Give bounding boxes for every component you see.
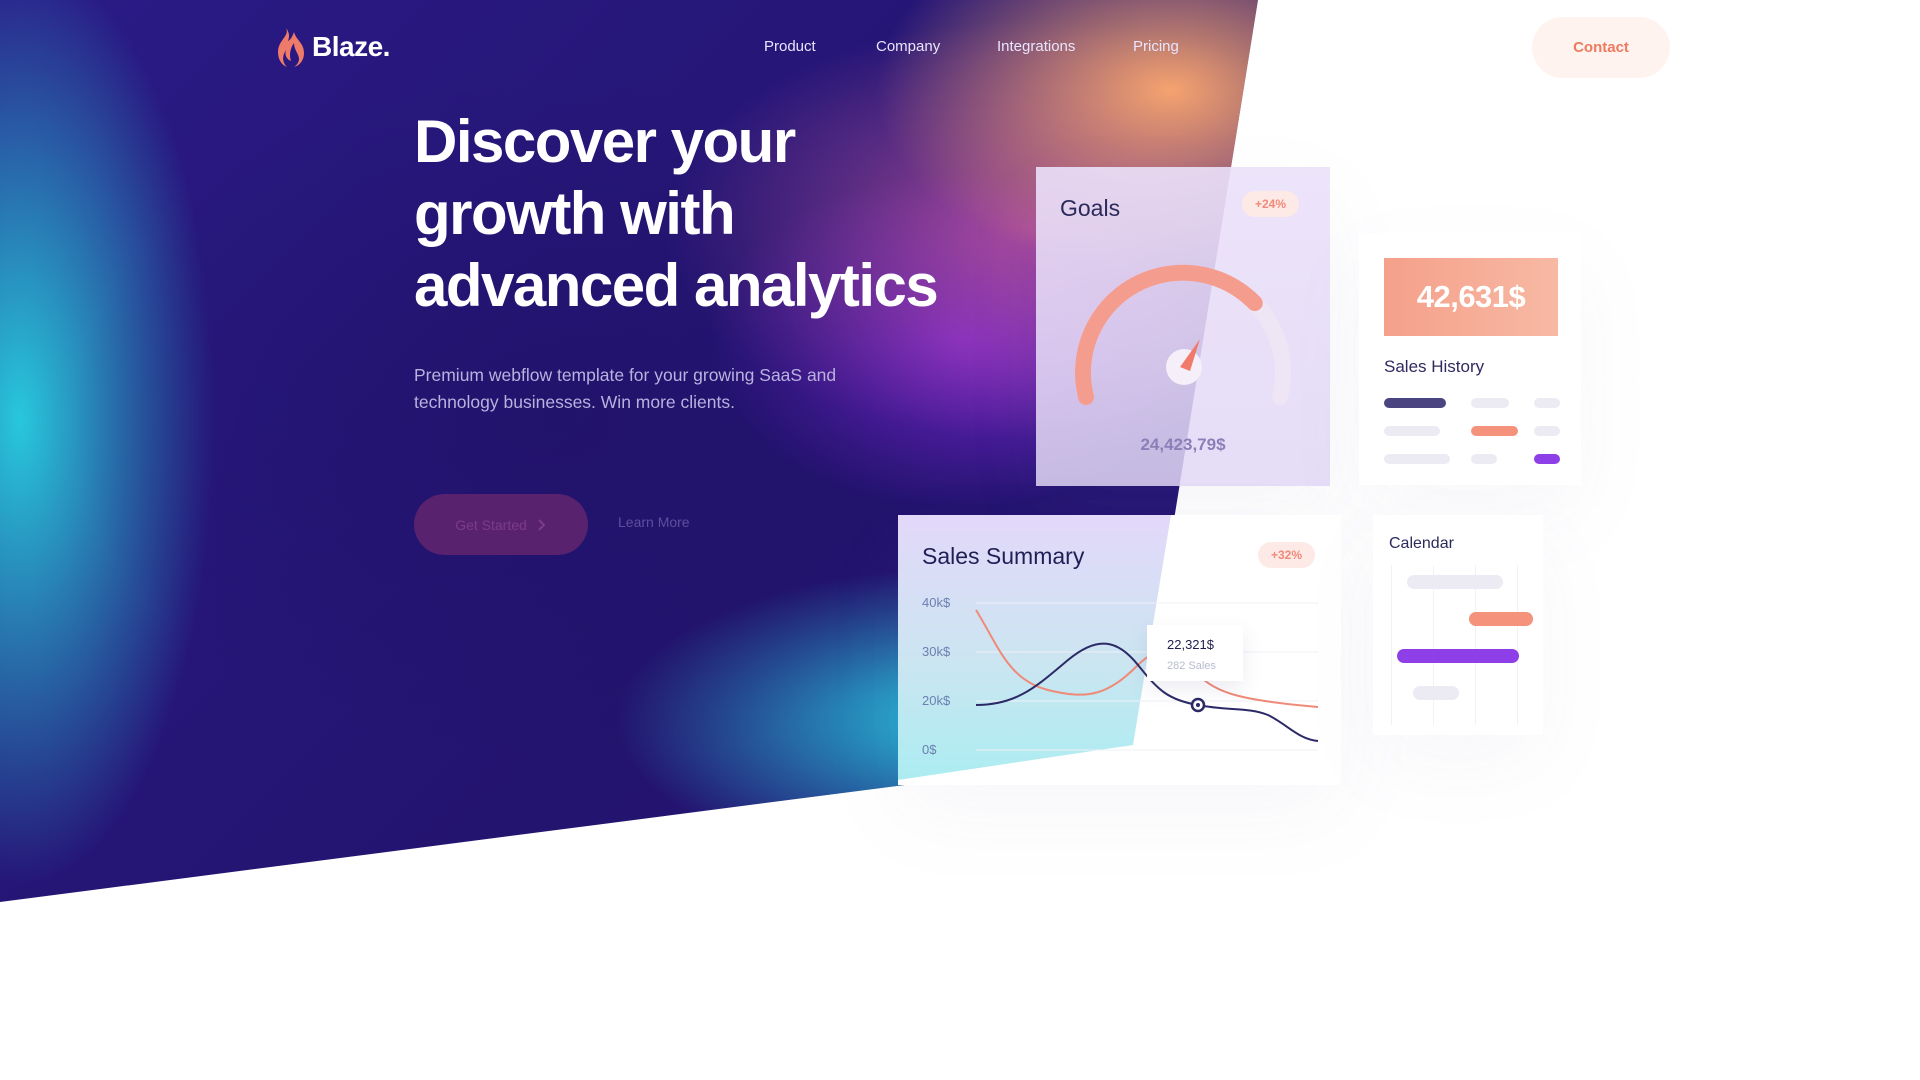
nav-link-pricing[interactable]: Pricing [1133, 38, 1179, 55]
calendar-grid-line [1391, 565, 1392, 725]
history-bar [1384, 426, 1440, 436]
sales-amount: 42,631$ [1384, 258, 1558, 336]
contact-button[interactable]: Contact [1532, 17, 1670, 78]
headline-line-3: advanced analytics [414, 252, 939, 319]
history-bar [1534, 454, 1560, 464]
nav-link-integrations[interactable]: Integrations [997, 38, 1075, 55]
hero-subtext: Premium webflow template for your growin… [414, 365, 837, 412]
calendar-event [1413, 686, 1459, 700]
flame-icon [278, 28, 304, 67]
sales-summary-chart [975, 602, 1319, 751]
sales-summary-card: Sales Summary +32% 40k$ 30k$ 20k$ 0$ 22,… [898, 515, 1341, 785]
history-bar [1471, 454, 1497, 464]
chart-marker-dot [1196, 703, 1200, 707]
nav-link-company[interactable]: Company [876, 38, 940, 55]
history-bar [1471, 426, 1518, 436]
history-bar [1534, 398, 1560, 408]
tooltip-sales-count: 282 Sales [1167, 660, 1216, 672]
calendar-event [1469, 612, 1533, 626]
hero-headline: Discover your growth with advanced analy… [414, 106, 974, 322]
history-bar [1384, 454, 1450, 464]
calendar-event [1397, 649, 1519, 663]
brand-name: Blaze. [312, 31, 390, 62]
tooltip-value: 22,321$ [1167, 637, 1214, 652]
calendar-grid-line [1475, 565, 1476, 725]
goals-badge: +24% [1242, 191, 1300, 217]
calendar-title: Calendar [1389, 535, 1454, 552]
history-bar [1471, 398, 1509, 408]
chevron-right-icon [538, 518, 546, 531]
calendar-card: Calendar [1373, 515, 1543, 735]
history-bar [1534, 426, 1560, 436]
chart-tooltip: 22,321$ 282 Sales [1147, 625, 1243, 681]
calendar-grid-line [1517, 565, 1518, 725]
brand-logo[interactable]: Blaze. [272, 26, 390, 68]
headline-line-2: growth with [414, 180, 736, 247]
goals-card: Goals +24% 24,423,79$ [1036, 167, 1330, 486]
calendar-event [1407, 575, 1503, 589]
goals-value: 24,423,79$ [1140, 435, 1226, 454]
get-started-label: Get Started [455, 516, 527, 533]
nav-link-product[interactable]: Product [764, 38, 816, 55]
headline-line-1: Discover your [414, 108, 796, 175]
get-started-button[interactable]: Get Started [414, 494, 588, 555]
sales-history-card: 42,631$ Sales History [1359, 233, 1581, 485]
learn-more-link[interactable]: Learn More [618, 514, 690, 530]
sales-history-title: Sales History [1384, 357, 1485, 376]
goals-gauge [1075, 264, 1291, 405]
calendar-grid-line [1433, 565, 1434, 725]
goals-title: Goals [1060, 195, 1121, 221]
history-bar [1384, 398, 1446, 408]
